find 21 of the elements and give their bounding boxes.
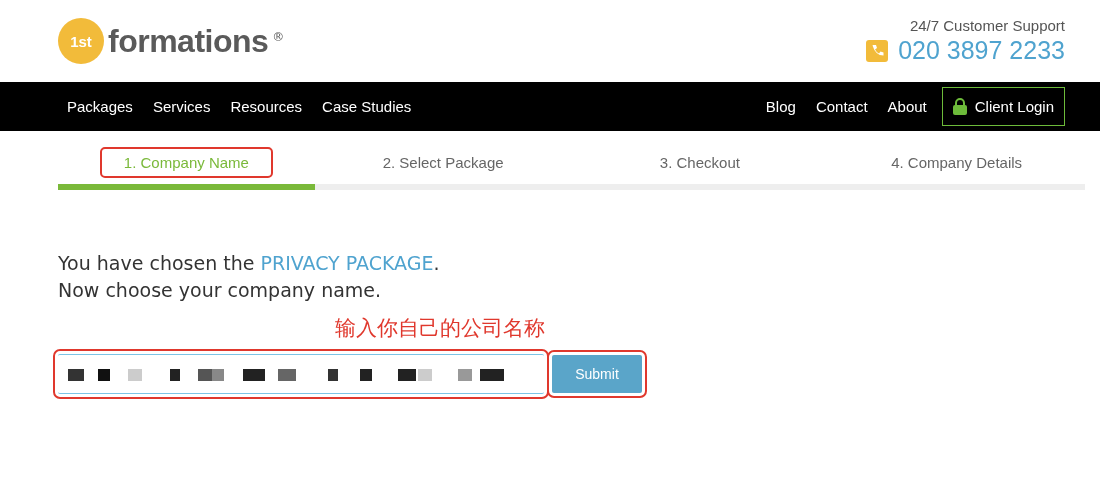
step-tab[interactable]: 4. Company Details bbox=[869, 149, 1045, 176]
prompt-text: Now choose your company name. bbox=[58, 278, 383, 303]
step-tab[interactable]: 3. Checkout bbox=[637, 149, 762, 176]
client-login-button[interactable]: Client Login bbox=[941, 87, 1065, 126]
logo-name: formations bbox=[108, 22, 269, 60]
nav-link[interactable]: Services bbox=[143, 92, 220, 121]
lock-icon bbox=[952, 98, 967, 115]
nav-link[interactable]: Case Studies bbox=[313, 92, 421, 121]
support-label: 24/7 Customer Support bbox=[909, 17, 1065, 34]
annotation-text: 输入你自己的公司名称 bbox=[335, 315, 546, 342]
phone-icon bbox=[866, 39, 889, 62]
nav-link[interactable]: Packages bbox=[58, 92, 142, 121]
nav-link[interactable]: Resources bbox=[221, 92, 312, 121]
nav-link[interactable]: Blog bbox=[756, 92, 805, 121]
nav-link[interactable]: About bbox=[878, 92, 936, 121]
logo-badge: 1st bbox=[58, 18, 104, 64]
period-text: . bbox=[433, 252, 440, 274]
chosen-package-text: You have chosen the bbox=[58, 252, 256, 274]
step-tab[interactable]: 2. Select Package bbox=[360, 149, 526, 176]
registered-mark: ® bbox=[272, 30, 285, 44]
nav-link[interactable]: Contact bbox=[806, 92, 877, 121]
